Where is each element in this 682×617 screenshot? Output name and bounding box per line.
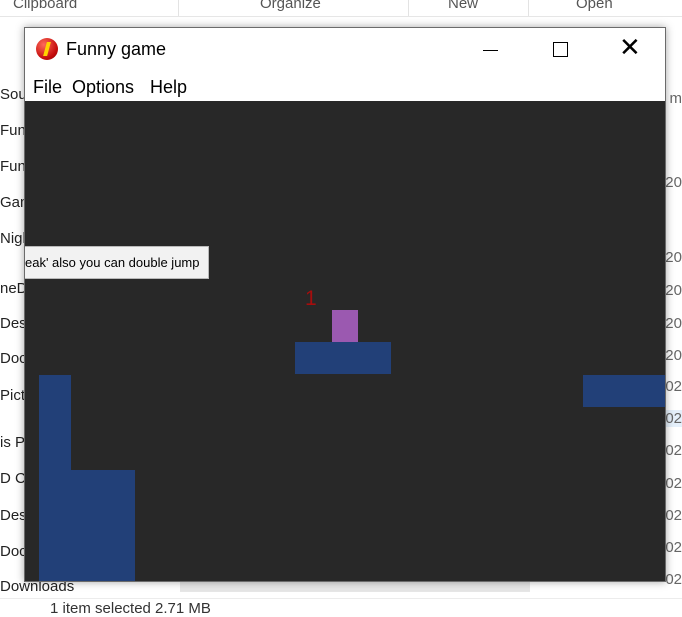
- ribbon-separator: [528, 0, 529, 16]
- nav-item[interactable]: D C: [0, 470, 26, 487]
- platform-left-step: [71, 470, 135, 581]
- menu-file[interactable]: File: [33, 77, 62, 98]
- ribbon-open[interactable]: Open: [576, 0, 613, 12]
- ribbon-clipboard[interactable]: Clipboard: [13, 0, 77, 12]
- ribbon-organize[interactable]: Organize: [260, 0, 321, 12]
- file-date: m: [670, 90, 682, 107]
- file-date: 02: [665, 507, 682, 524]
- hint-tooltip-text: eak' also you can double jump: [25, 255, 199, 270]
- platform-right: [583, 375, 665, 407]
- app-icon: [36, 38, 58, 60]
- status-text: 1 item selected 2.71 MB: [50, 600, 211, 617]
- file-date: 02: [665, 539, 682, 556]
- close-button[interactable]: ✕: [607, 28, 653, 73]
- ribbon-separator: [408, 0, 409, 16]
- nav-item[interactable]: Des: [0, 507, 27, 524]
- nav-item[interactable]: Sou: [0, 86, 27, 103]
- player-character: [332, 310, 358, 342]
- menu-options[interactable]: Options: [72, 77, 134, 98]
- close-icon: ✕: [619, 35, 641, 61]
- ribbon-separator: [178, 0, 179, 16]
- jump-counter: 1: [305, 287, 317, 311]
- hint-tooltip: eak' also you can double jump: [25, 246, 209, 279]
- minimize-icon: [483, 50, 498, 51]
- game-window: Funny game ✕ File Options Help 1 eak' al…: [24, 27, 666, 582]
- game-canvas[interactable]: 1 eak' also you can double jump: [25, 101, 665, 581]
- explorer-ribbon: Clipboard Organize New Open: [0, 0, 682, 17]
- title-bar[interactable]: Funny game ✕: [25, 28, 665, 73]
- menu-help[interactable]: Help: [150, 77, 187, 98]
- status-bar: 1 item selected 2.71 MB: [0, 598, 682, 612]
- file-date: 02: [665, 378, 682, 395]
- maximize-button[interactable]: [537, 28, 583, 73]
- maximize-icon: [553, 42, 568, 57]
- platform-left-tall: [39, 375, 71, 581]
- file-date-selected: 02: [665, 410, 682, 427]
- platform-center: [295, 342, 391, 374]
- nav-item[interactable]: Doc: [0, 350, 27, 367]
- nav-item[interactable]: is P: [0, 434, 25, 451]
- file-date: 02: [665, 442, 682, 459]
- file-date: 02: [665, 571, 682, 588]
- file-date: 02: [665, 475, 682, 492]
- ribbon-new[interactable]: New: [448, 0, 478, 12]
- window-title: Funny game: [66, 39, 166, 60]
- minimize-button[interactable]: [467, 28, 513, 73]
- nav-item[interactable]: Des: [0, 315, 27, 332]
- menu-bar: File Options Help: [25, 73, 665, 101]
- nav-item[interactable]: Doc: [0, 543, 27, 560]
